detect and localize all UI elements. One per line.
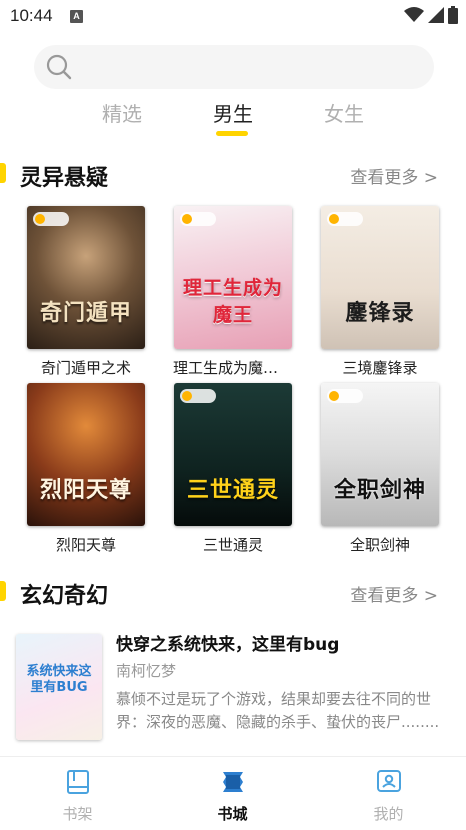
cover-title: 系统快来这里有BUG <box>26 664 92 695</box>
book-card[interactable]: 鏖锋录 三境鏖锋录 <box>320 206 440 378</box>
book-title: 烈阳天尊 <box>55 536 116 554</box>
wifi-icon <box>404 7 424 22</box>
cover-title: 理工生成为魔王 <box>182 277 283 326</box>
nav-label: 我的 <box>373 805 404 823</box>
nav-label: 书城 <box>217 805 248 823</box>
cover-title: 烈阳天尊 <box>39 478 132 503</box>
book-description: 慕倾不过是玩了个游戏，结果却要去往不同的世界：深夜的恶魔、隐藏的杀手、蛰伏的丧尸… <box>116 690 440 731</box>
book-card[interactable]: 烈阳天尊 烈阳天尊 <box>26 383 146 555</box>
publisher-badge <box>33 212 69 226</box>
book-cover: 鏖锋录 <box>321 206 439 349</box>
bookshelf-icon <box>66 770 89 794</box>
book-title: 三世通灵 <box>202 536 263 554</box>
search-icon <box>46 54 72 80</box>
category-tabs: 精选 男生 女生 <box>0 96 466 136</box>
book-cover: 奇门遁甲 <box>27 206 145 349</box>
book-card[interactable]: 全职剑神 全职剑神 <box>320 383 440 555</box>
section-header-mystery: 灵异悬疑 查看更多 > <box>0 160 466 191</box>
book-cover: 系统快来这里有BUG <box>16 634 102 740</box>
publisher-badge <box>180 212 216 226</box>
nav-label: 书架 <box>62 805 93 823</box>
book-cover: 理工生成为魔王 <box>174 206 292 349</box>
nav-profile[interactable]: 我的 <box>311 757 466 830</box>
book-title: 理工生成为魔王有... <box>173 359 293 377</box>
signal-icon <box>428 7 444 23</box>
book-cover: 三世通灵 <box>174 383 292 526</box>
bookstore-icon <box>222 772 243 792</box>
book-title: 快穿之系统快来，这里有bug <box>116 635 340 655</box>
view-more-link[interactable]: 查看更多 > <box>350 163 438 188</box>
book-cover: 烈阳天尊 <box>27 383 145 526</box>
section-accent-bar <box>0 581 6 601</box>
status-bar: 10:44 A <box>0 0 466 34</box>
nav-bookshelf[interactable]: 书架 <box>0 757 155 830</box>
nav-bookstore[interactable]: 书城 <box>155 757 310 830</box>
publisher-badge <box>180 389 216 403</box>
section-title: 玄幻奇幻 <box>20 584 109 609</box>
section-title: 灵异悬疑 <box>20 166 109 191</box>
tab-male[interactable]: 男生 <box>213 98 253 127</box>
publisher-badge <box>327 212 363 226</box>
section-header-fantasy: 玄幻奇幻 查看更多 > <box>0 578 466 609</box>
cover-title: 全职剑神 <box>333 478 426 503</box>
list-item[interactable]: 系统快来这里有BUG 快穿之系统快来，这里有bug 南柯忆梦 慕倾不过是玩了个游… <box>16 628 456 746</box>
cover-title: 三世通灵 <box>186 478 279 503</box>
book-card[interactable]: 理工生成为魔王 理工生成为魔王有... <box>173 206 293 378</box>
bottom-nav: 书架 书城 我的 <box>0 756 466 830</box>
tab-featured[interactable]: 精选 <box>102 98 142 127</box>
status-indicators <box>404 6 458 24</box>
cover-title: 奇门遁甲 <box>39 301 132 326</box>
profile-icon <box>376 770 401 792</box>
book-title: 奇门遁甲之术 <box>40 359 131 377</box>
book-card[interactable]: 三世通灵 三世通灵 <box>173 383 293 555</box>
book-author: 南柯忆梦 <box>116 662 177 680</box>
notification-a-icon: A <box>70 10 83 23</box>
book-title: 全职剑神 <box>349 536 410 554</box>
section-accent-bar <box>0 163 6 183</box>
active-tab-indicator <box>216 131 248 136</box>
tab-female[interactable]: 女生 <box>324 98 364 127</box>
status-time: 10:44 <box>10 6 53 25</box>
book-card[interactable]: 奇门遁甲 奇门遁甲之术 <box>26 206 146 378</box>
search-input[interactable] <box>34 45 434 89</box>
battery-icon <box>448 6 458 24</box>
view-more-link[interactable]: 查看更多 > <box>350 581 438 606</box>
cover-title: 鏖锋录 <box>345 301 415 326</box>
book-title: 三境鏖锋录 <box>342 359 418 377</box>
book-cover: 全职剑神 <box>321 383 439 526</box>
publisher-badge <box>327 389 363 403</box>
